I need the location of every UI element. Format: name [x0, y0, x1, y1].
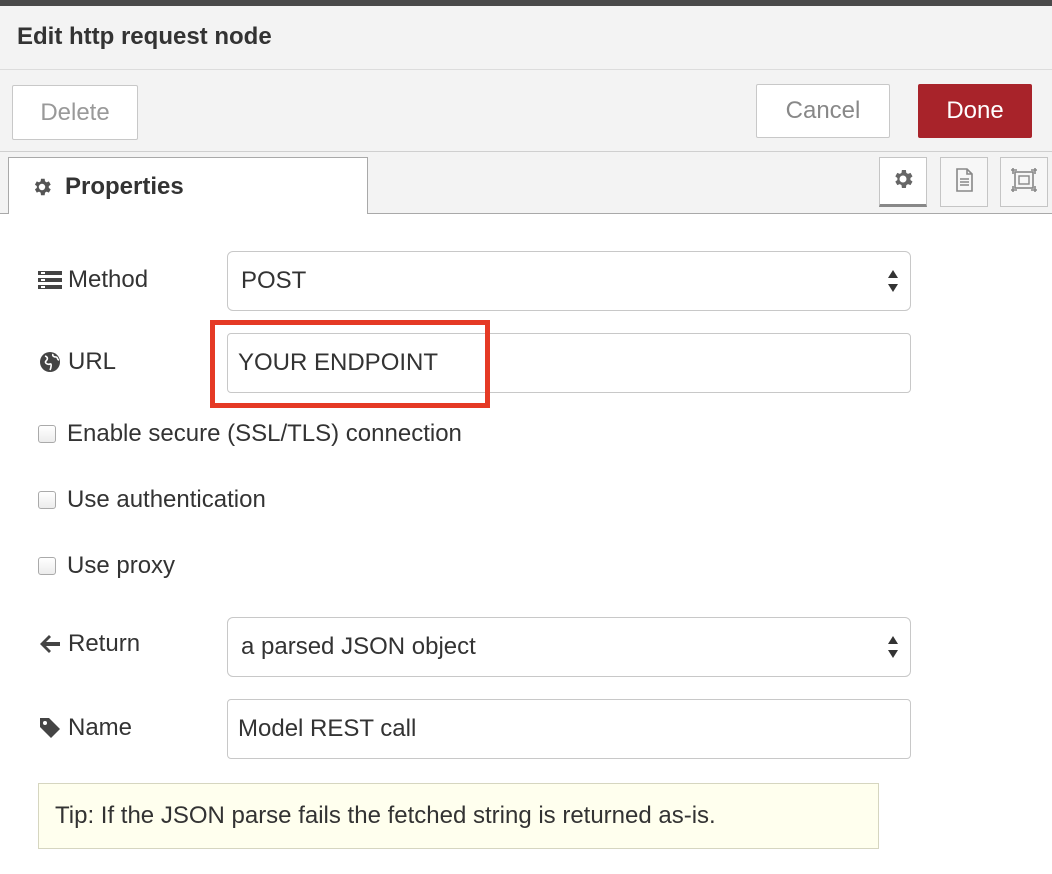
proxy-checkbox-row[interactable]: Use proxy — [38, 552, 175, 580]
ssl-checkbox-row[interactable]: Enable secure (SSL/TLS) connection — [38, 420, 462, 448]
highlight-box — [210, 320, 490, 408]
auth-checkbox-label: Use authentication — [67, 486, 266, 513]
cancel-button[interactable]: Cancel — [756, 84, 890, 138]
dialog-toolbar: Delete Cancel Done — [0, 70, 1052, 152]
tab-properties[interactable]: Properties — [8, 157, 368, 215]
gear-icon — [891, 167, 915, 196]
document-icon — [952, 167, 976, 198]
tip-box: Tip: If the JSON parse fails the fetched… — [38, 783, 879, 849]
name-label-text: Name — [68, 714, 133, 741]
select-arrows-icon — [886, 632, 900, 662]
dialog-title: Edit http request node — [17, 23, 272, 50]
globe-icon — [38, 350, 62, 374]
name-input[interactable]: Model REST call — [227, 699, 911, 759]
dialog-header: Edit http request node — [0, 6, 1052, 70]
proxy-checkbox[interactable] — [38, 557, 56, 575]
url-label: URL — [38, 348, 116, 376]
gear-icon — [31, 176, 53, 198]
properties-form — [0, 214, 1052, 874]
return-select-value: a parsed JSON object — [241, 633, 476, 660]
method-select-value: POST — [241, 267, 307, 294]
tag-icon — [38, 716, 62, 740]
name-input-value: Model REST call — [238, 715, 417, 742]
tip-text: Tip: If the JSON parse fails the fetched… — [55, 802, 716, 829]
auth-checkbox[interactable] — [38, 491, 56, 509]
auth-checkbox-row[interactable]: Use authentication — [38, 486, 266, 514]
done-button[interactable]: Done — [918, 84, 1032, 138]
tab-appearance[interactable] — [1000, 157, 1048, 207]
return-label-text: Return — [68, 630, 141, 657]
url-label-text: URL — [68, 348, 117, 375]
ssl-checkbox-label: Enable secure (SSL/TLS) connection — [67, 420, 462, 447]
return-label: Return — [38, 630, 140, 658]
tab-bar: Properties — [0, 152, 1052, 215]
list-icon — [38, 268, 62, 292]
tab-settings[interactable] — [879, 157, 927, 207]
return-select[interactable]: a parsed JSON object — [227, 617, 911, 677]
name-label: Name — [38, 714, 132, 742]
select-arrows-icon — [886, 266, 900, 296]
method-label-text: Method — [68, 266, 149, 293]
method-label: Method — [38, 266, 148, 294]
proxy-checkbox-label: Use proxy — [67, 552, 176, 579]
arrow-left-icon — [38, 632, 62, 656]
tab-properties-label: Properties — [65, 172, 184, 200]
ssl-checkbox[interactable] — [38, 425, 56, 443]
method-select[interactable]: POST — [227, 251, 911, 311]
frame-icon — [1010, 167, 1038, 198]
tab-description[interactable] — [940, 157, 988, 207]
delete-button[interactable]: Delete — [12, 85, 138, 140]
